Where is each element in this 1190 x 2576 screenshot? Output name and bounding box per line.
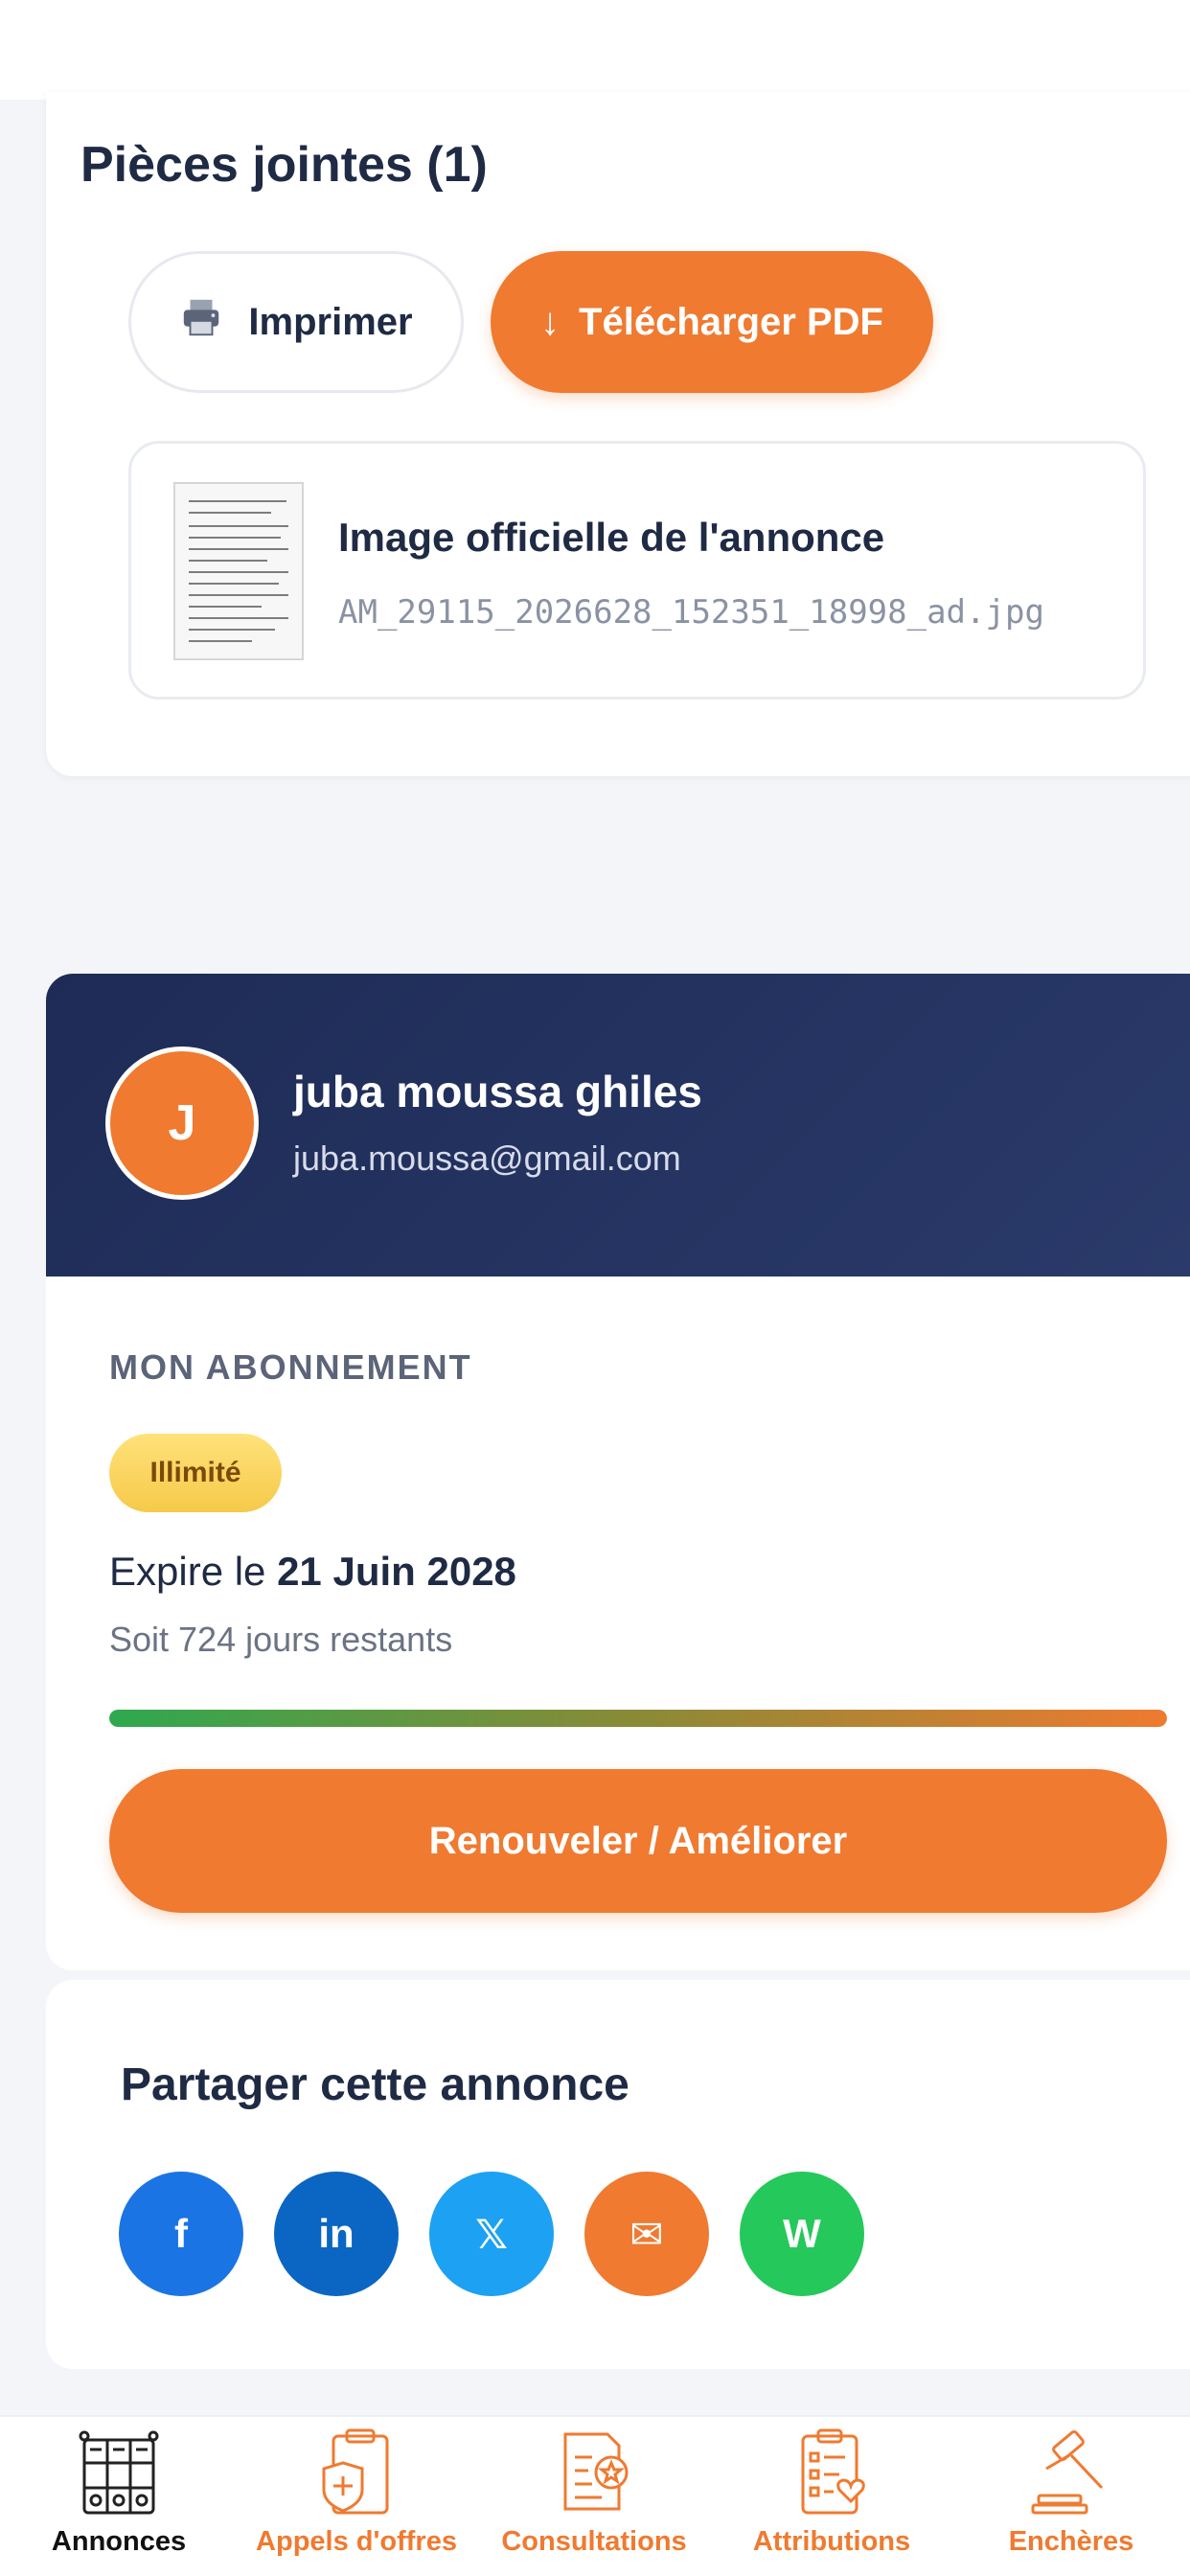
- document-star-icon: [548, 2425, 640, 2520]
- avatar[interactable]: J: [105, 1046, 259, 1200]
- expiry-text: Expire le 21 Juin 2028: [109, 1549, 516, 1595]
- user-name: juba moussa ghiles: [293, 1067, 702, 1116]
- top-bar: [0, 0, 1190, 100]
- x-share-button[interactable]: 𝕏: [429, 2172, 554, 2296]
- print-label: Imprimer: [248, 300, 413, 343]
- attachment-file-row[interactable]: Image officielle de l'annonce AM_29115_2…: [128, 441, 1146, 700]
- whatsapp-share-button[interactable]: W: [740, 2172, 864, 2296]
- download-pdf-button[interactable]: ↓ Télécharger PDF: [491, 251, 933, 393]
- user-email: juba.moussa@gmail.com: [293, 1138, 681, 1178]
- checklist-heart-icon: [786, 2425, 878, 2520]
- attachment-filename: AM_29115_2026628_152351_18998_ad.jpg: [338, 593, 1044, 632]
- nav-item-annonces[interactable]: Annonces: [0, 2425, 238, 2576]
- share-title: Partager cette annonce: [121, 2059, 629, 2110]
- download-icon: ↓: [540, 300, 561, 343]
- linkedin-share-button[interactable]: in: [274, 2172, 399, 2296]
- subscription-section-label: MON ABONNEMENT: [109, 1347, 472, 1387]
- nav-label-attributions: Attributions: [752, 2526, 911, 2557]
- nav-item-encheres[interactable]: Enchères: [952, 2425, 1190, 2576]
- nav-label-appels-d-offres: Appels d'offres: [256, 2526, 457, 2557]
- facebook-share-button[interactable]: f: [119, 2172, 243, 2296]
- attachment-thumbnail: [173, 482, 304, 660]
- attachments-title: Pièces jointes (1): [80, 137, 488, 193]
- auction-gavel-icon: [1025, 2425, 1117, 2520]
- share-card: [46, 1980, 1190, 2369]
- nav-item-consultations[interactable]: Consultations: [475, 2425, 713, 2576]
- nav-item-appels-d-offres[interactable]: Appels d'offres: [238, 2425, 475, 2576]
- expiry-prefix: Expire le: [109, 1549, 278, 1594]
- email-share-button[interactable]: ✉: [584, 2172, 709, 2296]
- remaining-days: Soit 724 jours restants: [109, 1620, 453, 1659]
- plan-badge: Illimité: [109, 1434, 282, 1512]
- subscription-progress-fill: [109, 1710, 1167, 1727]
- subscription-progress-bar: [109, 1710, 1167, 1727]
- nav-label-encheres: Enchères: [1008, 2526, 1134, 2557]
- nav-label-annonces: Annonces: [51, 2526, 187, 2557]
- download-pdf-label: Télécharger PDF: [579, 300, 883, 343]
- nav-label-consultations: Consultations: [501, 2526, 687, 2557]
- expiry-date: 21 Juin 2028: [277, 1549, 516, 1594]
- newspaper-grid-icon: [73, 2425, 165, 2520]
- clipboard-medical-icon: [310, 2425, 402, 2520]
- print-button[interactable]: Imprimer: [128, 251, 464, 393]
- attachment-title: Image officielle de l'annonce: [338, 515, 885, 560]
- nav-item-attributions[interactable]: Attributions: [713, 2425, 950, 2576]
- renew-upgrade-button[interactable]: Renouveler / Améliorer: [109, 1769, 1167, 1913]
- printer-icon: [179, 295, 223, 349]
